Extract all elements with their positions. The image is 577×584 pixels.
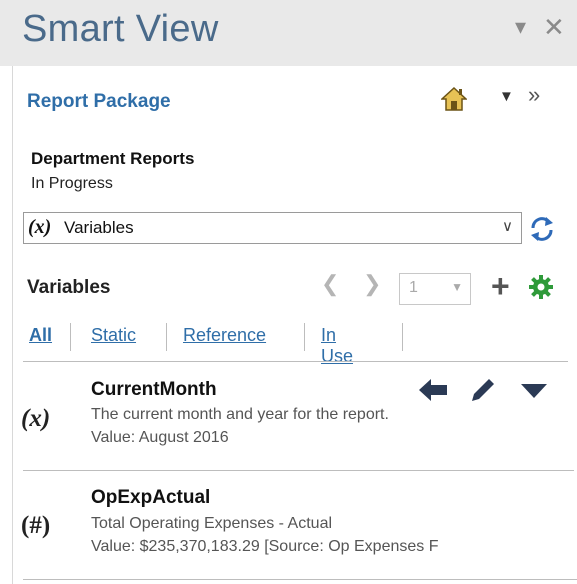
caret-down-icon[interactable] <box>520 382 548 402</box>
divider <box>23 579 577 580</box>
tab-divider <box>166 323 167 351</box>
package-name: Department Reports <box>31 149 195 168</box>
package-status: In Progress <box>31 175 113 192</box>
page-select[interactable]: 1 ▼ <box>399 273 471 305</box>
tab-divider <box>402 323 403 351</box>
variable-name[interactable]: OpExpActual <box>91 487 210 509</box>
report-package-title: Report Package <box>27 91 171 112</box>
variable-description: Total Operating Expenses - Actual <box>91 515 333 532</box>
home-icon[interactable] <box>441 86 467 112</box>
divider <box>23 361 568 362</box>
window-title: Smart View <box>22 8 219 50</box>
chevron-down-icon[interactable]: ∨ <box>502 217 513 235</box>
variable-symbol-icon: (x) <box>28 216 52 238</box>
smart-view-panel: Report Package ▼ » Department Reports In… <box>12 66 577 584</box>
variable-value: Value: August 2016 <box>91 429 229 446</box>
caret-down-icon[interactable]: ▼ <box>499 88 514 105</box>
arrow-left-icon[interactable] <box>418 377 448 403</box>
variable-type-icon: (#) <box>21 512 51 539</box>
pencil-icon[interactable] <box>468 374 498 404</box>
variable-value: Value: $235,370,183.29 [Source: Op Expen… <box>91 538 439 555</box>
double-chevron-right-icon[interactable]: » <box>528 82 540 108</box>
gear-icon[interactable] <box>528 274 554 300</box>
previous-page-icon[interactable]: ❮ <box>321 271 339 297</box>
refresh-icon[interactable] <box>528 215 556 243</box>
tab-divider <box>70 323 71 351</box>
chevron-down-icon[interactable]: ▾ <box>515 14 526 40</box>
variables-heading: Variables <box>27 277 111 298</box>
select-value: Variables <box>64 218 134 237</box>
chevron-down-icon: ▼ <box>451 280 463 294</box>
tab-reference[interactable]: Reference <box>183 325 266 346</box>
variable-name[interactable]: CurrentMonth <box>91 379 217 401</box>
divider <box>23 470 574 471</box>
page-number: 1 <box>409 279 418 296</box>
title-bar: Smart View ▾ ✕ <box>0 0 577 66</box>
tab-all[interactable]: All <box>29 325 52 346</box>
next-page-icon[interactable]: ❯ <box>363 271 381 297</box>
panel-type-select[interactable]: (x) Variables ∨ <box>23 212 522 244</box>
tab-divider <box>304 323 305 351</box>
tab-static[interactable]: Static <box>91 325 136 346</box>
close-icon[interactable]: ✕ <box>543 12 565 43</box>
variable-description: The current month and year for the repor… <box>91 406 389 423</box>
variable-type-icon: (x) <box>21 405 51 432</box>
add-icon[interactable]: + <box>491 270 510 302</box>
